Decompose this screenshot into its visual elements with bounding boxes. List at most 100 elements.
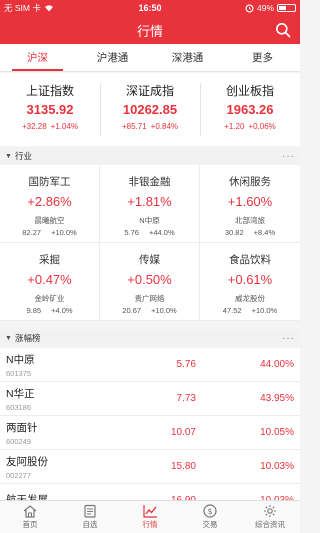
status-time: 16:50 [138, 3, 162, 13]
index-panel: 上证指数 3135.92 +32.28 +1.04% 深证成指 10262.85 … [0, 73, 300, 146]
industry-section-header[interactable]: ▼ 行业 ··· [0, 148, 300, 164]
lead-price: 5.76 [124, 228, 139, 237]
carrier-label: 无 SIM 卡 [4, 3, 41, 13]
industry-cell[interactable]: 非银金融 +1.81% N中原 5.76 +44.0% [100, 165, 200, 243]
tab-market[interactable]: 行情 [120, 501, 180, 533]
stock-pct: 10.03% [260, 461, 294, 472]
stock-name: N华正 [6, 387, 35, 400]
index-change-points: +85.71 [121, 122, 147, 131]
table-row[interactable]: N中原 601375 5.76 44.00% [0, 348, 300, 382]
industry-cell[interactable]: 国防军工 +2.86% 晨曦航空 82.27 +10.0% [0, 165, 100, 243]
industry-lead-stock: 金岭矿业 [34, 294, 65, 303]
stock-pct: 43.95% [260, 393, 294, 404]
gainers-list: N中原 601375 5.76 44.00% N华正 603186 7.73 4… [0, 348, 300, 518]
stock-code: 603186 [6, 402, 32, 412]
industry-grid: 国防军工 +2.86% 晨曦航空 82.27 +10.0% 非银金融 +1.81%… [0, 165, 300, 321]
gainers-section-title: 涨幅榜 [14, 333, 41, 343]
tab-more[interactable]: 更多 [225, 44, 300, 71]
stock-name: N中原 [6, 353, 35, 366]
stock-info: 两面针 600249 [6, 420, 126, 446]
more-icon[interactable]: ··· [282, 151, 295, 162]
svg-text:$: $ [207, 507, 212, 516]
industry-lead-stats: 9.85 +4.0% [26, 306, 72, 315]
watchlist-icon [84, 504, 96, 518]
tab-label: 首页 [22, 520, 38, 529]
industry-name: 非银金融 [128, 176, 171, 188]
table-row[interactable]: N华正 603186 7.73 43.95% [0, 382, 300, 416]
tab-hushen[interactable]: 沪深 [0, 44, 75, 71]
index-shenzhen[interactable]: 深证成指 10262.85 +85.71 +0.84% [100, 73, 200, 146]
index-name: 创业板指 [225, 84, 274, 98]
industry-lead-stats: 20.67 +10.0% [122, 306, 176, 315]
nav-bar: 行情 [0, 16, 300, 44]
stock-price: 10.07 [170, 427, 196, 438]
lead-price: 9.85 [26, 306, 42, 315]
industry-pct: +1.60% [227, 194, 273, 209]
table-row[interactable]: 两面针 600249 10.07 10.05% [0, 416, 300, 450]
industry-lead-stock: N中原 [139, 216, 160, 225]
stock-code: 600249 [6, 436, 32, 446]
page-title: 行情 [136, 23, 163, 39]
industry-pct: +1.81% [127, 194, 172, 209]
industry-pct: +0.50% [127, 272, 172, 287]
stock-code: 002277 [6, 470, 32, 480]
tab-home[interactable]: 首页 [0, 501, 60, 533]
stock-price: 5.76 [176, 359, 196, 370]
industry-pct: +0.47% [27, 272, 72, 287]
more-icon[interactable]: ··· [282, 333, 295, 344]
lead-price: 30.82 [224, 228, 244, 237]
tab-watchlist[interactable]: 自选 [60, 501, 120, 533]
tab-shengangtong[interactable]: 深港通 [150, 44, 225, 71]
index-name: 深证成指 [125, 84, 174, 98]
lead-price: 82.27 [22, 228, 42, 237]
lead-pct: +4.0% [51, 306, 73, 315]
industry-section-title: 行业 [14, 151, 32, 161]
collapse-arrow-icon[interactable]: ▼ [5, 153, 12, 160]
lead-pct: +44.0% [148, 228, 175, 237]
wifi-icon [44, 5, 53, 12]
trade-dollar-icon: $ [203, 504, 217, 518]
industry-lead-stats: 30.82 +8.4% [225, 228, 275, 237]
index-change-points: +1.20 [224, 122, 245, 131]
industry-lead-stats: 82.27 +10.0% [22, 228, 76, 237]
gainers-section-header[interactable]: ▼ 涨幅榜 ··· [0, 330, 300, 346]
search-icon[interactable] [275, 22, 291, 38]
industry-name: 食品饮料 [229, 254, 271, 266]
industry-pct: +2.86% [27, 194, 72, 209]
index-shanghai[interactable]: 上证指数 3135.92 +32.28 +1.04% [0, 73, 100, 146]
stock-info: 友阿股份 002277 [6, 454, 126, 480]
industry-cell[interactable]: 休闲服务 +1.60% 北部湾旅 30.82 +8.4% [200, 165, 300, 243]
industry-name: 国防军工 [28, 176, 71, 188]
tab-trade[interactable]: $ 交易 [180, 501, 240, 533]
stock-name: 两面针 [6, 421, 38, 434]
index-change-pct: +0.06% [248, 122, 276, 131]
industry-lead-stock: 威龙股份 [235, 294, 265, 303]
status-left: 无 SIM 卡 [4, 2, 114, 14]
collapse-arrow-icon[interactable]: ▼ [5, 335, 12, 342]
index-value: 3135.92 [26, 102, 74, 117]
industry-name: 采掘 [39, 254, 60, 266]
stock-name: 友阿股份 [6, 455, 48, 468]
table-row[interactable]: 友阿股份 002277 15.80 10.03% [0, 450, 300, 484]
index-change: +1.20 +0.06% [224, 122, 276, 131]
battery-icon [277, 4, 296, 12]
tab-hugangtong[interactable]: 沪港通 [75, 44, 150, 71]
industry-cell[interactable]: 传媒 +0.50% 贵广网络 20.67 +10.0% [100, 243, 200, 321]
index-value: 1963.26 [226, 102, 274, 117]
tab-label: 交易 [202, 520, 218, 529]
stock-price: 15.80 [170, 461, 196, 472]
lead-price: 20.67 [122, 306, 142, 315]
industry-cell[interactable]: 食品饮料 +0.61% 威龙股份 47.52 +10.0% [200, 243, 300, 321]
index-change: +32.28 +1.04% [22, 122, 78, 131]
tab-label: 自选 [82, 520, 98, 529]
industry-cell[interactable]: 采掘 +0.47% 金岭矿业 9.85 +4.0% [0, 243, 100, 321]
industry-pct: +0.61% [227, 272, 273, 287]
market-chart-icon [143, 505, 157, 518]
status-right: 49% [186, 3, 296, 13]
index-change-pct: +0.84% [150, 122, 179, 131]
index-change-pct: +1.04% [50, 122, 79, 131]
index-change-points: +32.28 [21, 122, 47, 131]
home-icon [23, 505, 37, 518]
index-chinext[interactable]: 创业板指 1963.26 +1.20 +0.06% [200, 73, 300, 146]
tab-news[interactable]: 综合资讯 [240, 501, 300, 533]
